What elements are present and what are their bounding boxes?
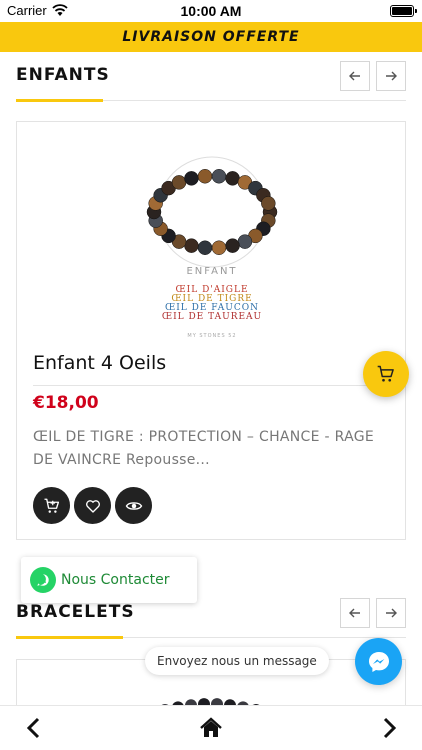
arrow-right-icon <box>386 71 397 81</box>
section-accent-bar <box>16 99 103 102</box>
promo-banner-text: LIVRAISON OFFERTE <box>122 29 300 45</box>
carousel-next-button[interactable] <box>376 598 406 628</box>
heart-icon <box>85 499 100 513</box>
home-icon <box>200 717 222 737</box>
cart-icon <box>44 498 59 513</box>
product-price: €18,00 <box>33 393 99 413</box>
battery-icon <box>390 5 417 17</box>
image-brand: MY STONES 52 <box>187 333 236 339</box>
carousel-prev-button[interactable] <box>340 61 370 91</box>
section-title: ENFANTS <box>16 65 110 85</box>
product-name[interactable]: Enfant 4 Oeils <box>33 352 166 374</box>
chevron-left-icon <box>26 717 40 739</box>
product-card[interactable]: ENFANT ŒIL D'AIGLE ŒIL DE TIGRE ŒIL DE F… <box>16 121 406 540</box>
arrow-left-icon <box>349 608 360 618</box>
messenger-button[interactable] <box>355 638 402 685</box>
cart-icon <box>377 365 394 382</box>
carousel-prev-button[interactable] <box>340 598 370 628</box>
image-caption: ENFANT <box>186 266 237 277</box>
messenger-prompt[interactable]: Envoyez nous un message <box>145 647 329 675</box>
floating-cart-button[interactable] <box>363 351 409 397</box>
arrow-right-icon <box>386 608 397 618</box>
whatsapp-icon <box>30 567 56 593</box>
section-header-bracelets: BRACELETS <box>16 598 406 639</box>
clock: 10:00 AM <box>180 3 242 19</box>
messenger-icon <box>368 651 389 672</box>
eye-icon <box>125 501 142 510</box>
wishlist-button[interactable] <box>74 487 111 524</box>
section-title: BRACELETS <box>16 602 135 622</box>
bracelet-beads <box>146 156 278 268</box>
whatsapp-contact-button[interactable]: Nous Contacter <box>21 557 197 603</box>
nav-forward-button[interactable] <box>373 712 405 744</box>
carousel-next-button[interactable] <box>376 61 406 91</box>
image-line-4: ŒIL DE TAUREAU <box>162 312 262 322</box>
status-bar: Carrier 10:00 AM <box>0 0 422 22</box>
product-description: ŒIL DE TIGRE : PROTECTION – CHANCE - RAG… <box>33 429 374 468</box>
product-image[interactable]: ENFANT ŒIL D'AIGLE ŒIL DE TIGRE ŒIL DE F… <box>112 142 312 342</box>
bottom-navigation <box>0 705 422 750</box>
section-accent-bar <box>16 636 123 639</box>
promo-banner: LIVRAISON OFFERTE <box>0 22 422 52</box>
quick-view-button[interactable] <box>115 487 152 524</box>
nav-back-button[interactable] <box>18 712 50 744</box>
add-to-cart-button[interactable] <box>33 487 70 524</box>
product-divider <box>33 385 391 386</box>
nav-home-button[interactable] <box>195 712 227 744</box>
arrow-left-icon <box>349 71 360 81</box>
contact-label: Nous Contacter <box>61 572 170 588</box>
chevron-right-icon <box>383 717 397 739</box>
section-header-enfants: ENFANTS <box>16 61 406 102</box>
product-actions <box>33 487 152 524</box>
